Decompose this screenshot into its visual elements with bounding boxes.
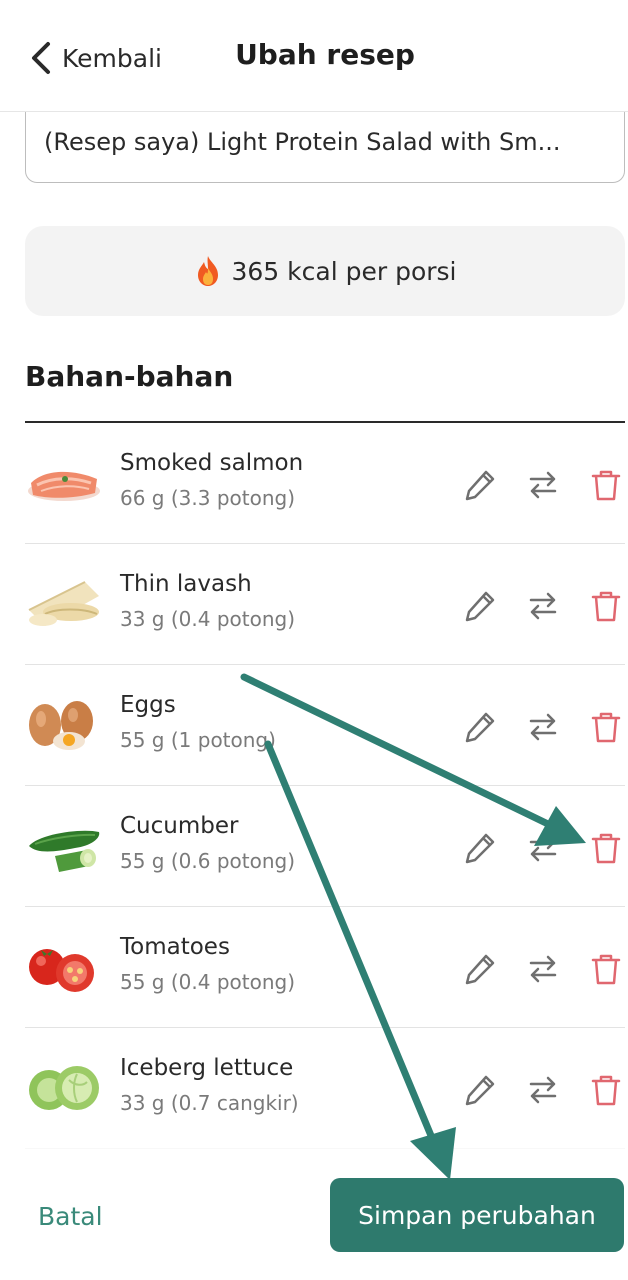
smoked-salmon-image bbox=[28, 471, 100, 501]
ingredient-name: Cucumber bbox=[120, 813, 239, 839]
trash-icon[interactable] bbox=[588, 830, 624, 866]
ingredient-row: Tomatoes 55 g (0.4 potong) bbox=[25, 907, 625, 1028]
ingredients-heading: Bahan-bahan bbox=[25, 360, 234, 393]
pencil-icon[interactable] bbox=[462, 588, 498, 624]
swap-icon[interactable] bbox=[525, 951, 561, 987]
ingredient-name: Thin lavash bbox=[120, 571, 252, 597]
ingredient-row: Eggs 55 g (1 potong) bbox=[25, 665, 625, 786]
ingredient-quantity: 33 g (0.4 potong) bbox=[120, 607, 296, 631]
swap-icon[interactable] bbox=[525, 1072, 561, 1108]
ingredient-list: Smoked salmon 66 g (3.3 potong) Thin lav… bbox=[25, 423, 625, 1149]
ingredient-row: Smoked salmon 66 g (3.3 potong) bbox=[25, 423, 625, 544]
ingredient-row: Thin lavash 33 g (0.4 potong) bbox=[25, 544, 625, 665]
eggs-image bbox=[29, 701, 93, 750]
trash-icon[interactable] bbox=[588, 588, 624, 624]
pencil-icon[interactable] bbox=[462, 1072, 498, 1108]
trash-icon[interactable] bbox=[588, 467, 624, 503]
page-title: Ubah resep bbox=[235, 38, 415, 71]
ingredient-quantity: 55 g (1 potong) bbox=[120, 728, 276, 752]
swap-icon[interactable] bbox=[525, 830, 561, 866]
swap-icon[interactable] bbox=[525, 709, 561, 745]
swap-icon[interactable] bbox=[525, 467, 561, 503]
trash-icon[interactable] bbox=[588, 1072, 624, 1108]
swap-icon[interactable] bbox=[525, 588, 561, 624]
top-bar: Kembali Ubah resep bbox=[0, 0, 628, 112]
cancel-button[interactable]: Batal bbox=[38, 1202, 103, 1231]
fire-icon bbox=[197, 256, 218, 286]
ingredient-name: Tomatoes bbox=[120, 934, 230, 960]
tomatoes-image bbox=[29, 949, 94, 992]
bottom-action-bar: Batal Simpan perubahan bbox=[0, 1150, 628, 1280]
trash-icon[interactable] bbox=[588, 951, 624, 987]
ingredient-name: Iceberg lettuce bbox=[120, 1055, 294, 1081]
ingredient-quantity: 33 g (0.7 cangkir) bbox=[120, 1091, 299, 1115]
calories-banner: 365 kcal per porsi bbox=[25, 226, 625, 316]
pencil-icon[interactable] bbox=[462, 951, 498, 987]
ingredient-name: Smoked salmon bbox=[120, 450, 304, 476]
pencil-icon[interactable] bbox=[462, 830, 498, 866]
cucumber-image bbox=[29, 830, 100, 872]
ingredient-quantity: 55 g (0.4 potong) bbox=[120, 970, 296, 994]
ingredient-quantity: 66 g (3.3 potong) bbox=[120, 486, 296, 510]
pencil-icon[interactable] bbox=[462, 709, 498, 745]
calories-text: 365 kcal per porsi bbox=[231, 256, 457, 286]
save-changes-button[interactable]: Simpan perubahan bbox=[330, 1178, 624, 1252]
ingredient-row: Cucumber 55 g (0.6 potong) bbox=[25, 786, 625, 907]
trash-icon[interactable] bbox=[588, 709, 624, 745]
recipe-name-value: (Resep saya) Light Protein Salad with Sm… bbox=[44, 128, 561, 156]
pencil-icon[interactable] bbox=[462, 467, 498, 503]
lavash-image bbox=[28, 581, 99, 626]
ingredient-quantity: 55 g (0.6 potong) bbox=[120, 849, 296, 873]
ingredient-name: Eggs bbox=[120, 692, 176, 718]
lettuce-image bbox=[29, 1066, 99, 1110]
